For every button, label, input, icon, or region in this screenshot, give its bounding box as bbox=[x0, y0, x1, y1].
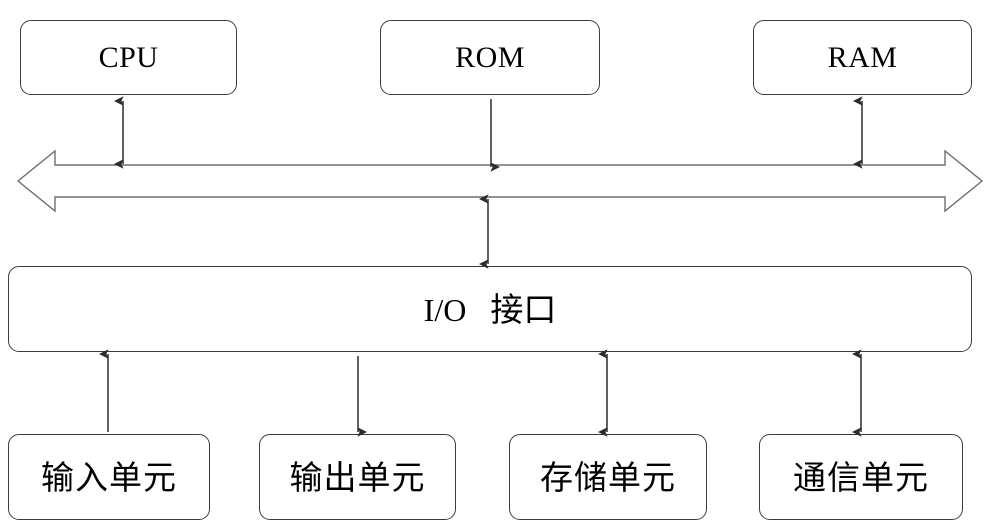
bus-and-connectors-layer bbox=[16, 96, 984, 437]
system-architecture-diagram: CPU ROM RAM I/O 接口 输入单元 输出单元 存储单元 通信单元 bbox=[0, 0, 1000, 532]
system-bus[interactable] bbox=[16, 149, 984, 213]
